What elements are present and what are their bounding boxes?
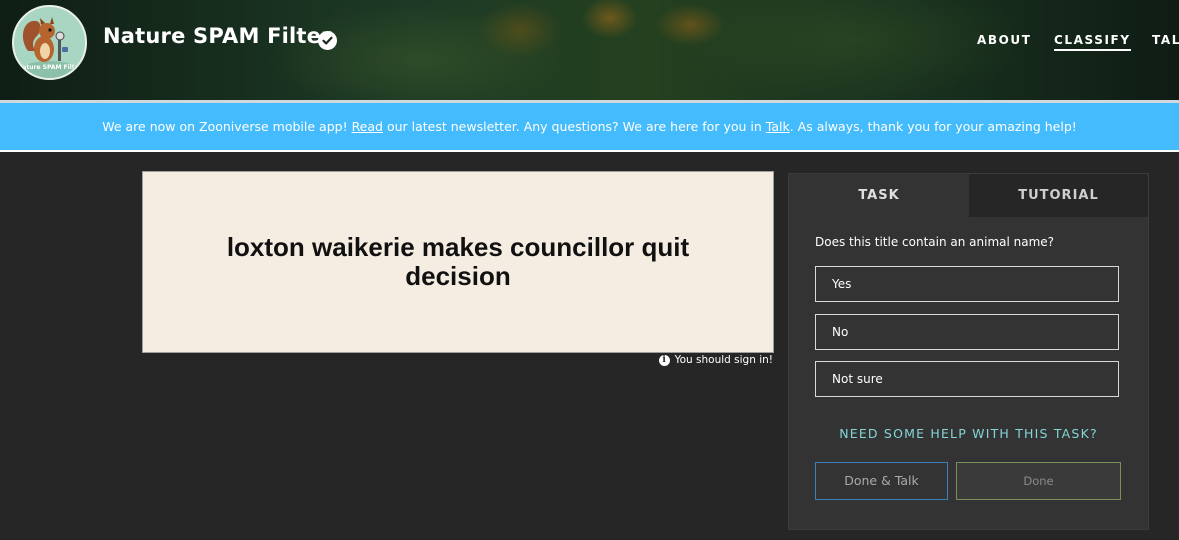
svg-text:Nature SPAM Filter: Nature SPAM Filter <box>17 64 81 71</box>
nav-classify[interactable]: CLASSIFY <box>1054 33 1131 51</box>
banner-talk-link[interactable]: Talk <box>766 119 790 134</box>
squirrel-logo-icon: Nature SPAM Filter <box>14 7 85 78</box>
tab-tutorial[interactable]: TUTORIAL <box>969 174 1148 217</box>
banner-divider <box>0 150 1179 152</box>
project-title[interactable]: Nature SPAM Filter <box>103 24 332 48</box>
verified-badge-icon <box>318 31 337 50</box>
task-question: Does this title contain an animal name? <box>815 235 1055 249</box>
task-panel: TASK TUTORIAL Does this title contain an… <box>788 173 1149 530</box>
done-button[interactable]: Done <box>956 462 1121 500</box>
subject-viewer[interactable]: loxton waikerie makes councillor quit de… <box>142 171 774 353</box>
answer-not-sure[interactable]: Not sure <box>815 361 1119 397</box>
project-header: Nature SPAM Filter Nature SPAM Filter AB… <box>0 0 1179 103</box>
nav-talk[interactable]: TAL <box>1152 33 1179 47</box>
announcement-banner: We are now on Zooniverse mobile app! Rea… <box>0 103 1179 150</box>
banner-text-3: . As always, thank you for your amazing … <box>789 119 1077 134</box>
signin-notice[interactable]: i You should sign in! <box>658 354 773 366</box>
banner-text-1: We are now on Zooniverse mobile app! <box>102 119 352 134</box>
task-help-link[interactable]: NEED SOME HELP WITH THIS TASK? <box>789 426 1148 441</box>
info-icon: i <box>658 354 670 366</box>
answer-yes[interactable]: Yes <box>815 266 1119 302</box>
banner-text-2: our latest newsletter. Any questions? We… <box>382 119 766 134</box>
answer-no[interactable]: No <box>815 314 1119 350</box>
subject-title-text: loxton waikerie makes councillor quit de… <box>226 232 690 291</box>
project-logo[interactable]: Nature SPAM Filter <box>12 5 87 80</box>
signin-text: You should sign in! <box>674 354 773 366</box>
done-and-talk-button[interactable]: Done & Talk <box>815 462 948 500</box>
nav-about[interactable]: ABOUT <box>977 33 1032 47</box>
banner-read-link[interactable]: Read <box>352 119 383 134</box>
tab-task[interactable]: TASK <box>789 174 969 217</box>
